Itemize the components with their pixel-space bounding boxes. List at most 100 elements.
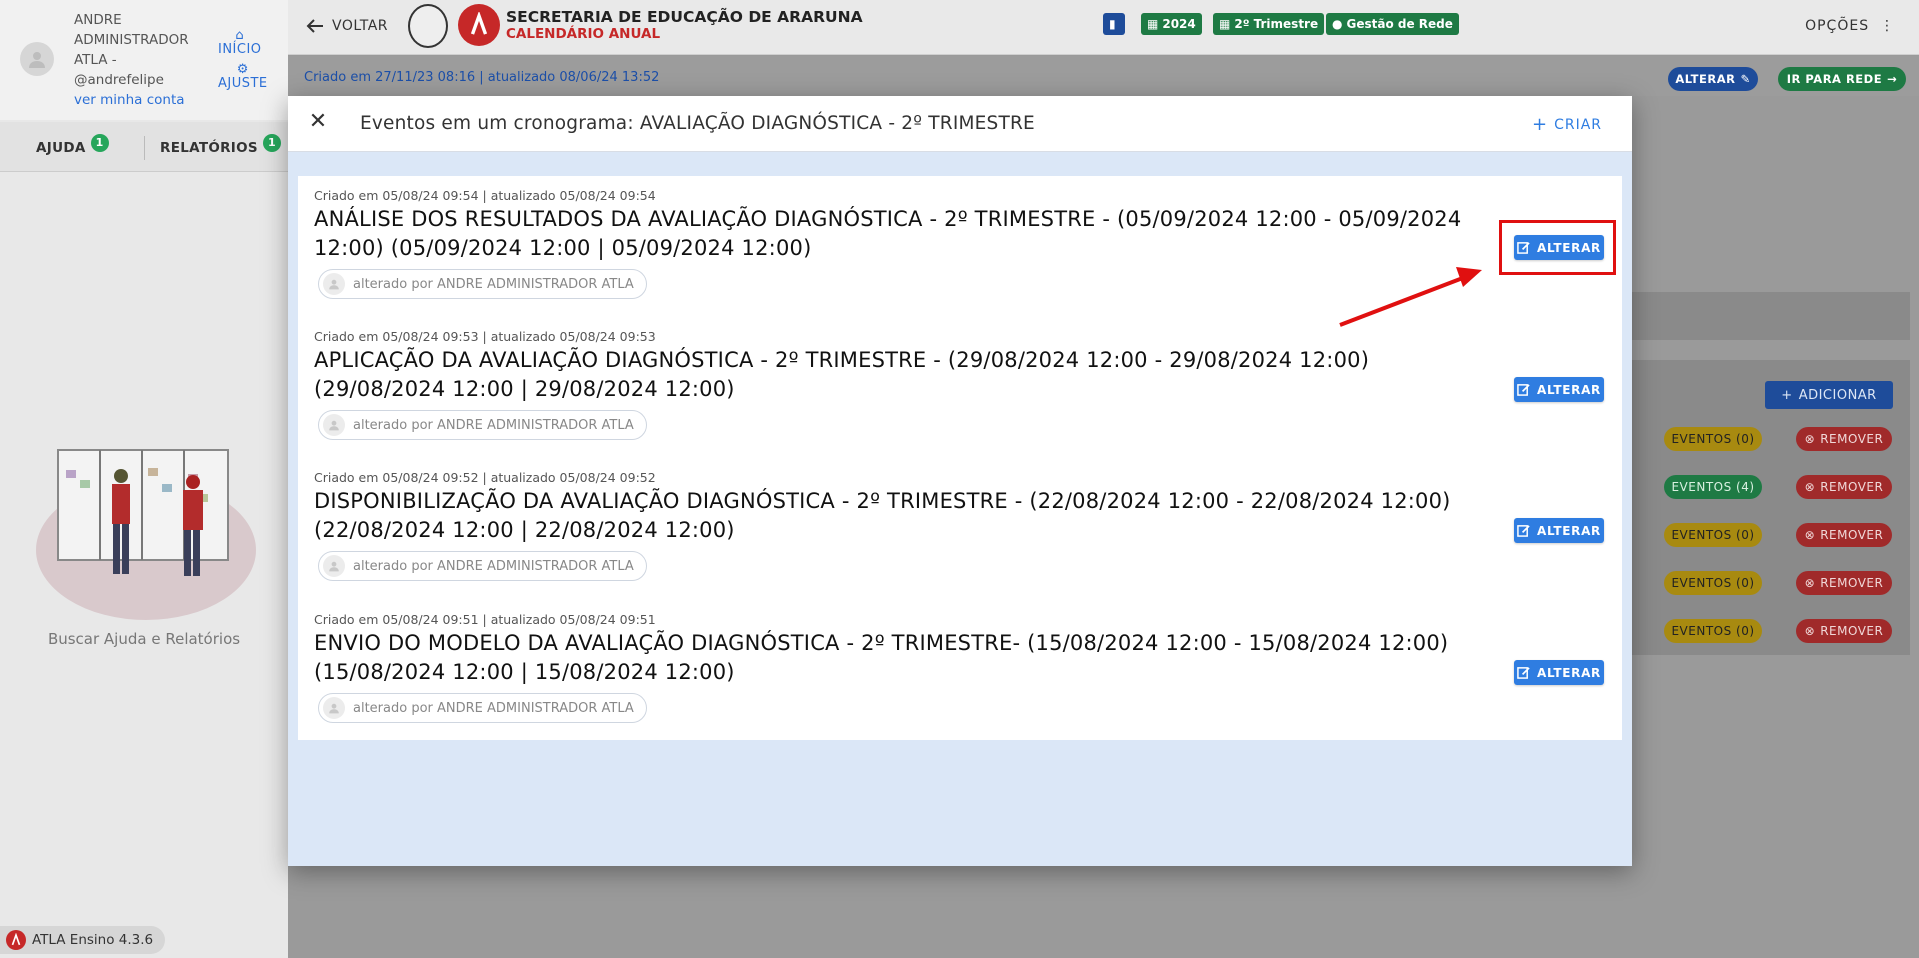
arrow-left-icon: [306, 19, 323, 33]
network-chip[interactable]: ● Gestão de Rede: [1326, 13, 1459, 35]
remove-label: REMOVER: [1820, 480, 1884, 494]
list-item: Criado em 05/08/24 09:51 | atualizado 05…: [314, 612, 1604, 723]
home-button[interactable]: ⌂ INÍCIO: [218, 28, 262, 57]
user-icon: [323, 555, 345, 577]
term-chip-label: 2º Trimestre: [1234, 17, 1319, 31]
close-circle-icon: ⊗: [1804, 432, 1816, 446]
user-box: ANDRE ADMINISTRADOR ATLA - @andrefelipe …: [0, 0, 288, 120]
events-count-pill[interactable]: EVENTOS (0): [1664, 619, 1762, 643]
tab-divider: [144, 136, 145, 160]
edit-icon: [1517, 525, 1530, 537]
header-title: SECRETARIA DE EDUCAÇÃO DE ARARUNA: [506, 8, 863, 26]
help-illustration: [36, 449, 256, 620]
close-circle-icon: ⊗: [1804, 624, 1816, 638]
event-title: ENVIO DO MODELO DA AVALIAÇÃO DIAGNÓSTICA…: [314, 631, 1449, 684]
remove-label: REMOVER: [1820, 624, 1884, 638]
remove-label: REMOVER: [1820, 432, 1884, 446]
list-item: Criado em 05/08/24 09:53 | atualizado 05…: [314, 329, 1604, 440]
home-icon: ⌂: [235, 28, 245, 43]
remove-button[interactable]: ⊗ REMOVER: [1796, 523, 1892, 547]
close-icon: ✕: [308, 109, 328, 134]
event-created-info: Criado em 05/08/24 09:51 | atualizado 05…: [314, 612, 656, 627]
list-item: Criado em 05/08/24 09:54 | atualizado 05…: [314, 188, 1604, 299]
alterar-page-button[interactable]: ALTERAR ✎: [1668, 67, 1758, 91]
edit-event-button[interactable]: ALTERAR: [1514, 660, 1604, 685]
close-circle-icon: ⊗: [1804, 528, 1816, 542]
changed-by-chip: alterado por ANDRE ADMINISTRADOR ATLA: [318, 410, 647, 440]
changed-by-label: alterado por ANDRE ADMINISTRADOR ATLA: [353, 558, 634, 574]
events-count-pill[interactable]: EVENTOS (0): [1664, 571, 1762, 595]
event-title: APLICAÇÃO DA AVALIAÇÃO DIAGNÓSTICA - 2º …: [314, 348, 1370, 401]
ir-para-rede-label: IR PARA REDE: [1786, 72, 1883, 86]
close-circle-icon: ⊗: [1804, 576, 1816, 590]
remove-button[interactable]: ⊗ REMOVER: [1796, 427, 1892, 451]
more-vertical-icon: ⋮: [1874, 18, 1895, 34]
user-icon: [323, 697, 345, 719]
tab-relatorios[interactable]: RELATÓRIOS 1: [160, 134, 281, 156]
options-menu[interactable]: OPÇÕES ⋮: [1805, 18, 1895, 34]
atla-logo-icon: [6, 930, 26, 950]
edit-icon: [1517, 667, 1530, 679]
tab-ajuda[interactable]: AJUDA 1: [36, 134, 109, 156]
plus-icon: +: [1781, 387, 1793, 403]
event-created-info: Criado em 05/08/24 09:54 | atualizado 05…: [314, 188, 656, 203]
event-title: DISPONIBILIZAÇÃO DA AVALIAÇÃO DIAGNÓSTIC…: [314, 489, 1451, 542]
bar-chart-icon: ▮: [1109, 17, 1116, 31]
bg-panel-search: [1632, 292, 1910, 340]
events-count-pill[interactable]: EVENTOS (0): [1664, 523, 1762, 547]
stats-button[interactable]: ▮: [1103, 13, 1125, 35]
edit-event-button[interactable]: ALTERAR: [1514, 377, 1604, 402]
events-count-pill[interactable]: EVENTOS (0): [1664, 427, 1762, 451]
alterar-page-label: ALTERAR: [1675, 72, 1736, 86]
year-chip-label: 2024: [1162, 17, 1196, 31]
changed-by-label: alterado por ANDRE ADMINISTRADOR ATLA: [353, 700, 634, 716]
remove-button[interactable]: ⊗ REMOVER: [1796, 571, 1892, 595]
adicionar-label: ADICIONAR: [1798, 387, 1877, 403]
list-item: Criado em 05/08/24 09:52 | atualizado 05…: [314, 470, 1604, 581]
remove-label: REMOVER: [1820, 528, 1884, 542]
highlight-box: [1499, 220, 1616, 275]
events-count-pill[interactable]: EVENTOS (4): [1664, 475, 1762, 499]
year-chip[interactable]: ▦ 2024: [1141, 13, 1202, 35]
options-label: OPÇÕES: [1805, 18, 1870, 34]
arrow-right-icon: →: [1887, 72, 1898, 86]
create-button[interactable]: + CRIAR: [1532, 114, 1602, 135]
event-created-info: Criado em 05/08/24 09:53 | atualizado 05…: [314, 329, 656, 344]
back-label: VOLTAR: [332, 18, 388, 34]
changed-by-label: alterado por ANDRE ADMINISTRADOR ATLA: [353, 276, 634, 292]
account-link[interactable]: ver minha conta: [74, 92, 185, 108]
user-icon: [323, 414, 345, 436]
settings-button[interactable]: ⚙ AJUSTE: [218, 62, 268, 91]
user-name: ANDRE ADMINISTRADOR ATLA - @andrefelipe: [74, 12, 189, 88]
term-chip[interactable]: ▦ 2º Trimestre: [1213, 13, 1325, 35]
version-badge[interactable]: ATLA Ensino 4.3.6: [0, 926, 166, 954]
close-circle-icon: ⊗: [1804, 480, 1816, 494]
tab-ajuda-label: AJUDA: [36, 140, 86, 156]
event-title: ANÁLISE DOS RESULTADOS DA AVALIAÇÃO DIAG…: [314, 207, 1462, 260]
plus-icon: +: [1531, 114, 1549, 135]
adicionar-button[interactable]: + ADICIONAR: [1765, 381, 1893, 409]
header-subtitle: CALENDÁRIO ANUAL: [506, 26, 661, 42]
remove-button[interactable]: ⊗ REMOVER: [1796, 619, 1892, 643]
event-created-info: Criado em 05/08/24 09:52 | atualizado 05…: [314, 470, 656, 485]
check-circle-icon: ●: [1332, 17, 1343, 31]
edit-event-button[interactable]: ALTERAR: [1514, 518, 1604, 543]
changed-by-chip: alterado por ANDRE ADMINISTRADOR ATLA: [318, 693, 647, 723]
avatar[interactable]: [20, 42, 54, 76]
city-crest-icon: [408, 4, 448, 48]
settings-label: AJUSTE: [218, 76, 268, 91]
calendar-icon: ▦: [1219, 17, 1231, 31]
ir-para-rede-button[interactable]: IR PARA REDE →: [1778, 67, 1906, 91]
user-icon: [29, 52, 45, 68]
remove-button[interactable]: ⊗ REMOVER: [1796, 475, 1892, 499]
help-caption: Buscar Ajuda e Relatórios: [47, 630, 241, 648]
back-button[interactable]: VOLTAR: [306, 18, 388, 34]
version-label: ATLA Ensino 4.3.6: [32, 932, 154, 948]
edit-event-label: ALTERAR: [1537, 523, 1601, 538]
create-label: CRIAR: [1554, 116, 1602, 133]
home-label: INÍCIO: [218, 42, 262, 57]
edit-icon: ✎: [1740, 72, 1751, 86]
modal-header: ✕ Eventos em um cronograma: AVALIAÇÃO DI…: [288, 96, 1632, 152]
gear-icon: ⚙: [236, 62, 249, 77]
close-button[interactable]: ✕: [306, 110, 330, 134]
